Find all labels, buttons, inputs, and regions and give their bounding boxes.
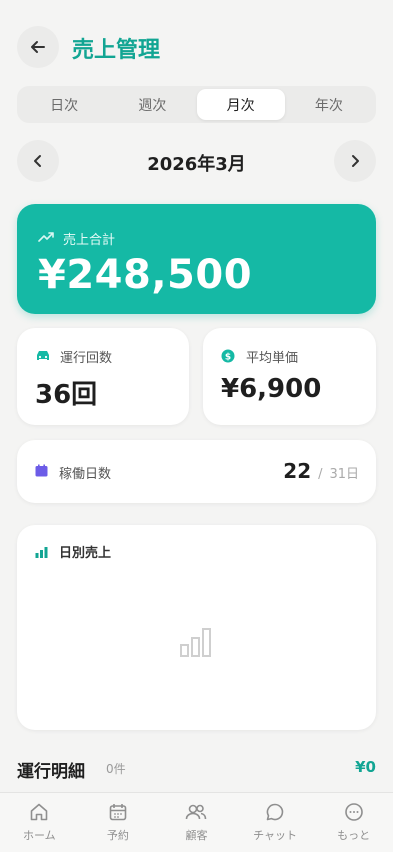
- tab-daily[interactable]: 日次: [20, 89, 108, 120]
- more-icon: [344, 803, 363, 821]
- next-month-button[interactable]: [334, 140, 376, 182]
- coin-icon: $: [221, 349, 235, 363]
- calendar-icon: [109, 804, 127, 821]
- car-icon: [37, 351, 49, 360]
- work-days-value: 22 / 31日: [283, 459, 359, 483]
- trending-up-icon: [38, 232, 54, 242]
- total-sales-value: ¥248,500: [38, 252, 253, 298]
- period-tabs: 日次 週次 月次 年次: [17, 86, 376, 123]
- rides-value: 36回: [35, 380, 98, 410]
- tab-chat-label: チャット: [253, 829, 298, 842]
- tab-reservations[interactable]: 予約: [79, 793, 158, 852]
- work-days-label: 稼働日数: [59, 467, 112, 482]
- work-days-count: 22: [283, 459, 312, 483]
- daily-sales-title: 日別売上: [59, 546, 112, 561]
- total-sales-card: 売上合計 ¥248,500: [17, 204, 376, 314]
- chat-icon: [266, 803, 284, 821]
- total-sales-label: 売上合計: [63, 233, 116, 248]
- svg-text:$: $: [225, 353, 231, 363]
- avg-price-card: $ 平均単価 ¥6,900: [203, 328, 376, 425]
- chevron-right-icon: [352, 155, 359, 167]
- tab-customers[interactable]: 顧客: [157, 793, 236, 852]
- empty-chart-icon: [180, 628, 211, 657]
- tab-reservations-label: 予約: [106, 829, 129, 842]
- rides-card: 運行回数 36回: [17, 328, 189, 425]
- tab-customers-label: 顧客: [185, 829, 208, 842]
- avg-price-label: 平均単価: [246, 351, 299, 366]
- work-days-separator: /: [318, 467, 323, 482]
- month-label: 2026年3月: [147, 154, 246, 175]
- tab-monthly[interactable]: 月次: [196, 89, 285, 120]
- tab-weekly[interactable]: 週次: [108, 89, 196, 120]
- tab-home[interactable]: ホーム: [0, 793, 79, 852]
- tab-yearly[interactable]: 年次: [285, 89, 373, 120]
- tab-more[interactable]: もっと: [314, 793, 393, 852]
- ride-details-count: 0件: [106, 762, 126, 776]
- calendar-icon: [35, 464, 48, 477]
- users-icon: [186, 804, 207, 820]
- rides-label: 運行回数: [60, 351, 113, 366]
- ride-details-section: 運行明細 0件 ¥0: [17, 757, 376, 782]
- ride-details-title: 運行明細: [17, 762, 85, 782]
- bar-chart-icon: [35, 547, 48, 558]
- bottom-tab-bar: ホーム 予約 顧客 チャット もっと: [0, 792, 393, 852]
- avg-price-value: ¥6,900: [221, 374, 322, 404]
- tab-home-label: ホーム: [22, 829, 56, 842]
- month-selector: 2026年3月: [17, 140, 376, 184]
- daily-sales-chart-card: 日別売上: [17, 525, 376, 730]
- back-button[interactable]: [17, 26, 59, 68]
- tab-chat[interactable]: チャット: [236, 793, 315, 852]
- work-days-card: 稼働日数 22 / 31日: [17, 440, 376, 503]
- page-title: 売上管理: [72, 38, 161, 63]
- ride-details-amount: ¥0: [355, 758, 376, 776]
- tab-more-label: もっと: [337, 829, 371, 842]
- header: 売上管理: [0, 0, 393, 92]
- work-days-total: 31日: [329, 467, 359, 482]
- home-icon: [30, 803, 48, 821]
- arrow-left-icon: [31, 41, 45, 53]
